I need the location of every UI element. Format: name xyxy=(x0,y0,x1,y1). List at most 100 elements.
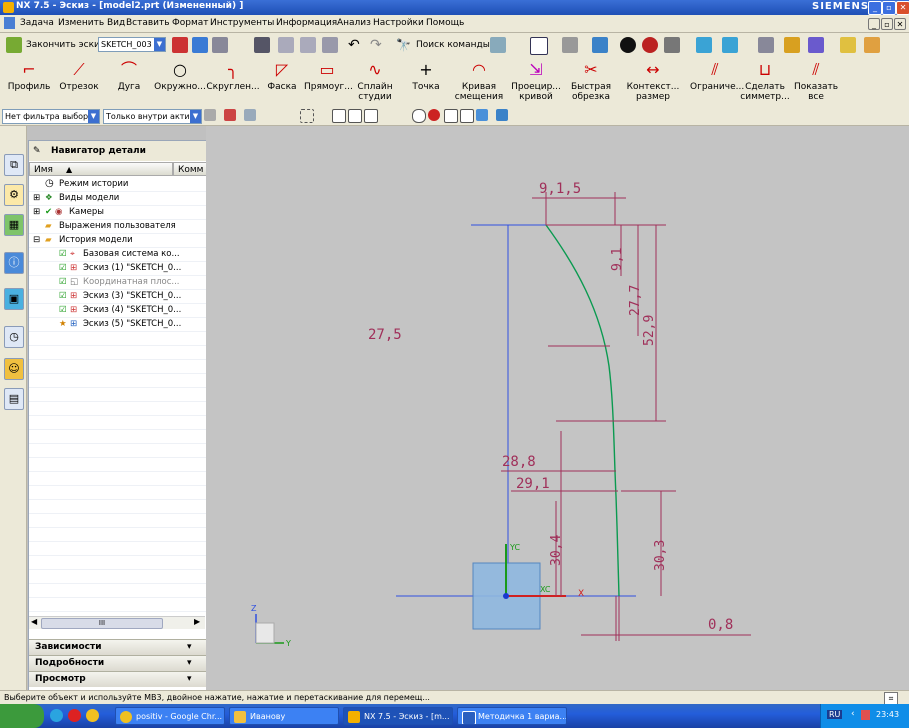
command-finder-icon[interactable]: 🔭 xyxy=(396,37,412,53)
dimension-28-8[interactable]: 28,8 xyxy=(502,454,536,470)
circle-snap-icon[interactable] xyxy=(412,109,426,123)
undo-icon[interactable]: ↶ xyxy=(348,37,364,53)
fit-view-icon[interactable] xyxy=(530,37,548,55)
checkbox-icon[interactable]: ☑ xyxy=(59,289,67,303)
circle-center-icon[interactable] xyxy=(428,109,440,121)
system-palette-icon[interactable]: ▤ xyxy=(4,388,24,410)
snap-point-icon[interactable] xyxy=(224,109,236,121)
background-icon[interactable] xyxy=(620,37,636,53)
assembly-navigator-icon[interactable]: ⧉ xyxy=(4,154,24,176)
offset-curve-button[interactable]: ◠ Кривая смещения xyxy=(454,59,504,105)
volume-icon[interactable] xyxy=(861,710,870,720)
tree-row-model-history[interactable]: ⊟ ▰ История модели xyxy=(29,233,207,248)
dimension-9-1[interactable]: 9,1 xyxy=(610,248,625,271)
task-nx[interactable]: NX 7.5 - Эскиз - [m... xyxy=(343,707,453,725)
layer-icon[interactable] xyxy=(722,37,738,53)
menu-info[interactable]: Информация xyxy=(276,18,337,28)
scope-filter-select[interactable]: Только внутри актив ▼ xyxy=(103,109,202,124)
copy-icon[interactable] xyxy=(300,37,316,53)
checkbox-icon[interactable]: ☑ xyxy=(59,303,67,317)
menu-settings[interactable]: Настройки xyxy=(373,18,424,28)
finish-sketch-button[interactable]: Закончить эскиз xyxy=(26,40,105,50)
project-curve-button[interactable]: ⇲ Проецир... кривой xyxy=(510,59,562,105)
chevron-down-icon[interactable]: ▾ xyxy=(187,640,192,655)
tree-row-sketch-5[interactable]: ★ ⊞ Эскиз (5) "SKETCH_0... xyxy=(29,317,207,332)
hide-icon[interactable] xyxy=(664,37,680,53)
column-header-name[interactable]: Имя ▲ xyxy=(29,162,173,176)
profile-button[interactable]: ⌐ Профиль xyxy=(4,59,54,105)
tree-row-datum-plane[interactable]: ☑ ◱ Координатная плос... xyxy=(29,275,207,290)
type-filter-select[interactable]: Нет фильтра выбор ▼ xyxy=(2,109,100,124)
line-button[interactable]: ⟋ Отрезок xyxy=(56,59,102,105)
chevron-down-icon[interactable]: ▼ xyxy=(88,110,99,123)
fillet-button[interactable]: ╮ Скруглен... xyxy=(206,59,260,105)
scroll-left-icon[interactable]: ◀ xyxy=(31,617,37,626)
sketch-name-select[interactable]: SKETCH_003 ▼ xyxy=(98,37,166,52)
task-word[interactable]: Методичка 1 вариа... xyxy=(457,707,567,725)
chevron-down-icon[interactable]: ▼ xyxy=(190,110,201,123)
cut-icon[interactable] xyxy=(278,37,294,53)
reattach-icon[interactable] xyxy=(212,37,228,53)
select-box-icon[interactable] xyxy=(300,109,314,123)
curve-rule-icon[interactable] xyxy=(244,109,256,121)
tree-row-sketch-4[interactable]: ☑ ⊞ Эскиз (4) "SKETCH_0... xyxy=(29,303,207,318)
checkbox-icon[interactable]: ☑ xyxy=(59,275,67,289)
dimension-9-1-5[interactable]: 9,1,5 xyxy=(539,181,581,197)
make-symmetric-button[interactable]: ⊔ Сделать симметр... xyxy=(740,59,790,105)
show-icon[interactable] xyxy=(696,37,712,53)
tree-row-cameras[interactable]: ⊞ ✔ ◉ Камеры xyxy=(29,205,207,220)
doc-close-icon[interactable]: ✕ xyxy=(894,18,906,30)
render-style-icon[interactable] xyxy=(562,37,578,53)
circle-button[interactable]: ○ Окружно... xyxy=(154,59,206,105)
panel-details[interactable]: Подробности ▾ xyxy=(29,655,207,671)
slash-snap-icon[interactable] xyxy=(460,109,474,123)
ruler-icon[interactable] xyxy=(840,37,856,53)
sketch-orient-icon[interactable] xyxy=(172,37,188,53)
point-button[interactable]: + Точка xyxy=(406,59,446,105)
opera-icon[interactable] xyxy=(68,709,81,722)
sketch-canvas[interactable]: 9,1,5 9,1 27,7 52,9 27,5 28,8 29,1 30,4 … xyxy=(206,126,909,690)
dimension-0-8[interactable]: 0,8 xyxy=(708,617,733,633)
arc-button[interactable]: ⌒ Дуга xyxy=(106,59,152,105)
redo-icon[interactable]: ↷ xyxy=(370,37,386,53)
snap-icon[interactable] xyxy=(784,37,800,53)
reuse-library-icon[interactable]: ▦ xyxy=(4,214,24,236)
expand-icon[interactable]: ⊞ xyxy=(33,191,40,205)
language-indicator[interactable]: RU xyxy=(827,710,843,719)
menu-tools[interactable]: Инструменты xyxy=(210,18,274,28)
selection-icon[interactable] xyxy=(490,37,506,53)
orient-view-icon[interactable] xyxy=(592,37,608,53)
view-cube-icon[interactable] xyxy=(192,37,208,53)
menu-view[interactable]: Вид xyxy=(107,18,125,28)
tree-row-model-views[interactable]: ⊞ ❖ Виды модели xyxy=(29,191,207,206)
skype-icon[interactable] xyxy=(50,709,63,722)
studio-spline-button[interactable]: ∿ Сплайн студии xyxy=(352,59,398,105)
line-snap-icon[interactable] xyxy=(348,109,362,123)
shaded-icon[interactable] xyxy=(642,37,658,53)
column-header-comment[interactable]: Комм xyxy=(173,162,207,176)
dimension-29-1[interactable]: 29,1 xyxy=(516,476,550,492)
chevron-left-icon[interactable]: ‹ xyxy=(851,709,855,719)
menu-edit[interactable]: Изменить xyxy=(58,18,104,28)
dimension-27-5[interactable]: 27,5 xyxy=(368,327,402,343)
horizontal-scrollbar[interactable]: ◀ III ▶ xyxy=(29,616,205,629)
menu-format[interactable]: Формат xyxy=(172,18,209,28)
tree-row-datum-csys[interactable]: ☑ ⌖ Базовая система ко... xyxy=(29,247,207,262)
paste-icon[interactable] xyxy=(322,37,338,53)
origin-point[interactable] xyxy=(503,593,509,599)
checkbox-icon[interactable]: ☑ xyxy=(59,261,67,275)
panel-dependencies[interactable]: Зависимости ▾ xyxy=(29,639,207,655)
save-icon[interactable] xyxy=(254,37,270,53)
dimension-30-4[interactable]: 30,4 xyxy=(549,535,564,566)
scroll-thumb[interactable]: III xyxy=(41,618,163,629)
filter-reset-icon[interactable] xyxy=(204,109,216,121)
quadrant-snap-icon[interactable] xyxy=(476,109,488,121)
start-button[interactable] xyxy=(0,704,44,728)
tree-row-user-expressions[interactable]: ▰ Выражения пользователя xyxy=(29,219,207,234)
assembly-icon[interactable] xyxy=(808,37,824,53)
command-finder-button[interactable]: Поиск команды xyxy=(416,40,490,50)
minimize-icon[interactable]: _ xyxy=(868,1,882,15)
history-icon[interactable]: ▣ xyxy=(4,288,24,310)
chevron-down-icon[interactable]: ▾ xyxy=(187,672,192,687)
sketch-settings-icon[interactable] xyxy=(864,37,880,53)
